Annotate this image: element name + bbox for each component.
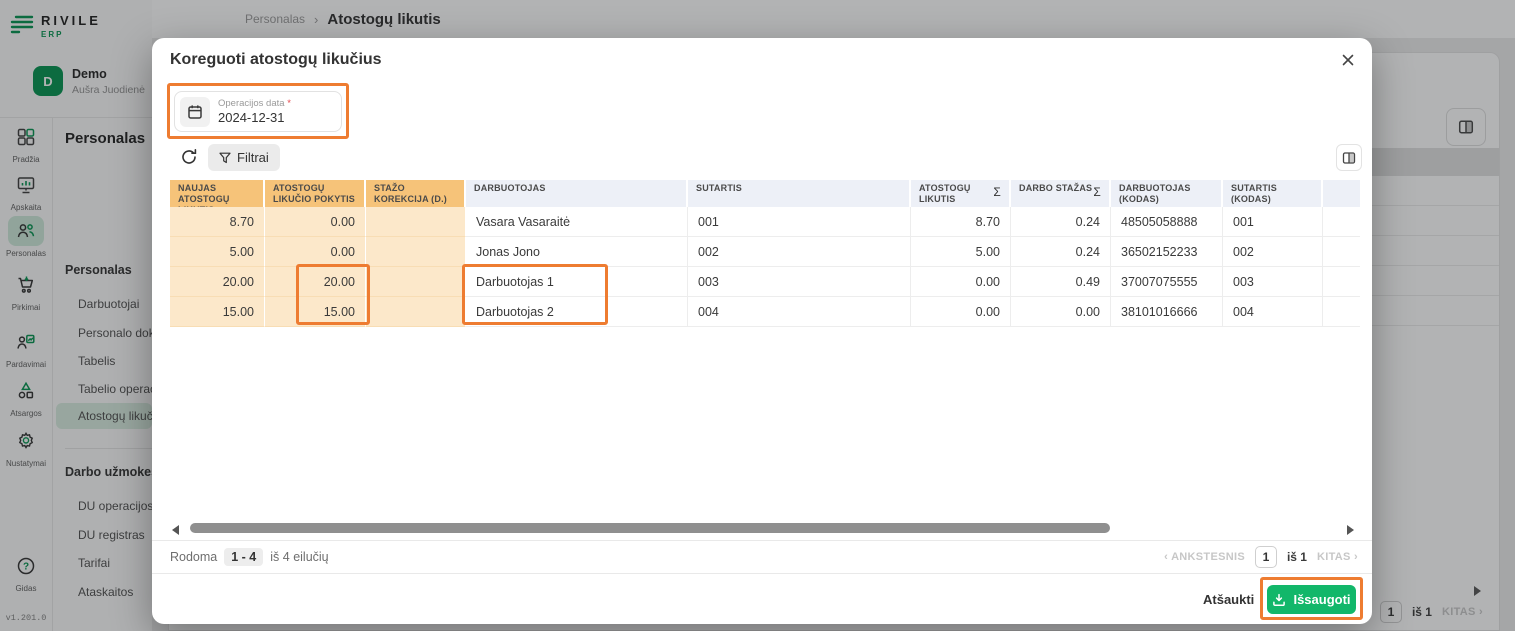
cell-sutartis: 002 — [688, 237, 911, 267]
cell-darbuotojas: Vasara Vasaraitė — [466, 207, 688, 237]
showing-label: Rodoma — [170, 550, 217, 564]
col-header-darbo-stazas[interactable]: DARBO STAŽASΣ — [1011, 180, 1111, 207]
date-field-value: 2024-12-31 — [218, 110, 291, 125]
horizontal-scrollbar[interactable] — [190, 523, 1110, 533]
col-header-likucio-pokytis[interactable]: ATOSTOGŲ LIKUČIO POKYTIS — [265, 180, 366, 207]
cell-stazas: 0.49 — [1011, 267, 1111, 297]
cell-empty — [1323, 297, 1360, 327]
rows-showing: Rodoma 1 - 4 iš 4 eilučių — [170, 541, 329, 573]
cell-pokytis[interactable]: 20.00 — [265, 267, 366, 297]
cell-empty — [1323, 207, 1360, 237]
filters-button[interactable]: Filtrai — [208, 144, 280, 171]
save-button-label: Išsaugoti — [1293, 592, 1350, 607]
cell-darbuotojo-kodas: 48505058888 — [1111, 207, 1223, 237]
cell-naujas[interactable]: 20.00 — [170, 267, 265, 297]
cell-likutis: 8.70 — [911, 207, 1011, 237]
vacation-balance-table: NAUJAS ATOSTOGŲ LIKUTIS ATOSTOGŲ LIKUČIO… — [170, 180, 1360, 327]
cell-sutartis: 004 — [688, 297, 911, 327]
operation-date-field[interactable]: Operacijos data * 2024-12-31 — [174, 91, 342, 132]
cell-likutis: 0.00 — [911, 267, 1011, 297]
cell-sutarties-kodas: 002 — [1223, 237, 1323, 267]
cell-likutis: 5.00 — [911, 237, 1011, 267]
cell-pokytis[interactable]: 0.00 — [265, 207, 366, 237]
save-icon — [1272, 593, 1286, 607]
cell-darbuotojo-kodas: 38101016666 — [1111, 297, 1223, 327]
cell-pokytis[interactable]: 15.00 — [265, 297, 366, 327]
col-header-sutarties-kodas[interactable]: SUTARTIS (KODAS) — [1223, 180, 1323, 207]
header-label: ATOSTOGŲ LIKUTIS — [919, 183, 993, 207]
col-header-atostogu-likutis[interactable]: ATOSTOGŲ LIKUTISΣ — [911, 180, 1011, 207]
current-page-box[interactable]: 1 — [1255, 546, 1277, 568]
modal-koreguoti-atostogu-likucius: Koreguoti atostogų likučius Operacijos d… — [152, 38, 1372, 624]
cancel-button[interactable]: Atšaukti — [1203, 592, 1254, 607]
cell-stazo[interactable] — [366, 237, 466, 267]
showing-range-badge: 1 - 4 — [224, 548, 263, 566]
cell-sutartis: 001 — [688, 207, 911, 237]
save-button[interactable]: Išsaugoti — [1267, 585, 1356, 614]
scroll-left-icon[interactable] — [172, 525, 179, 535]
cell-darbuotojas: Jonas Jono — [466, 237, 688, 267]
cell-stazo[interactable] — [366, 297, 466, 327]
cell-stazo[interactable] — [366, 207, 466, 237]
scroll-right-icon[interactable] — [1347, 525, 1354, 535]
date-field-texts: Operacijos data * 2024-12-31 — [218, 98, 291, 125]
modal-columns-settings-button[interactable] — [1336, 144, 1362, 171]
date-label-text: Operacijos data — [218, 98, 285, 109]
table-row: 8.70 0.00 Vasara Vasaraitė 001 8.70 0.24… — [170, 207, 1360, 237]
cell-stazo[interactable] — [366, 267, 466, 297]
cell-naujas[interactable]: 5.00 — [170, 237, 265, 267]
cell-naujas[interactable]: 15.00 — [170, 297, 265, 327]
cell-sutartis: 003 — [688, 267, 911, 297]
columns-icon — [1342, 151, 1356, 165]
cell-empty — [1323, 267, 1360, 297]
table-row: 20.00 20.00 Darbuotojas 1 003 0.00 0.49 … — [170, 267, 1360, 297]
previous-page-button[interactable]: ANKSTESNIS — [1164, 551, 1245, 563]
cell-darbuotojas: Darbuotojas 1 — [466, 267, 688, 297]
col-header-sutartis[interactable]: SUTARTIS — [688, 180, 911, 207]
cell-likutis: 0.00 — [911, 297, 1011, 327]
table-row: 5.00 0.00 Jonas Jono 002 5.00 0.24 36502… — [170, 237, 1360, 267]
refresh-icon[interactable] — [180, 148, 198, 166]
sum-icon[interactable]: Σ — [993, 185, 1001, 207]
calendar-icon — [180, 97, 210, 127]
cell-sutarties-kodas: 004 — [1223, 297, 1323, 327]
col-header-empty — [1323, 180, 1360, 207]
cell-darbuotojo-kodas: 37007075555 — [1111, 267, 1223, 297]
cell-naujas[interactable]: 8.70 — [170, 207, 265, 237]
cell-darbuotojas: Darbuotojas 2 — [466, 297, 688, 327]
table-header-row: NAUJAS ATOSTOGŲ LIKUTIS ATOSTOGŲ LIKUČIO… — [170, 180, 1360, 207]
required-mark: * — [287, 98, 291, 109]
table-footer: Rodoma 1 - 4 iš 4 eilučių ANKSTESNIS 1 i… — [152, 540, 1372, 572]
modal-pagination: ANKSTESNIS 1 iš 1 KITAS — [1164, 541, 1358, 573]
cell-stazas: 0.24 — [1011, 237, 1111, 267]
next-page-button[interactable]: KITAS — [1317, 551, 1358, 563]
filter-funnel-icon — [219, 152, 231, 164]
showing-total: iš 4 eilučių — [270, 550, 328, 564]
header-label: DARBO STAŽAS — [1019, 183, 1092, 207]
app-root: RIVILE ERP D Demo Aušra Juodienė Pradžia — [0, 0, 1515, 631]
col-header-darbuotojas[interactable]: DARBUOTOJAS — [466, 180, 688, 207]
date-field-label: Operacijos data * — [218, 98, 291, 109]
cell-sutarties-kodas: 003 — [1223, 267, 1323, 297]
modal-title: Koreguoti atostogų likučius — [170, 51, 382, 69]
cell-pokytis[interactable]: 0.00 — [265, 237, 366, 267]
table-row: 15.00 15.00 Darbuotojas 2 004 0.00 0.00 … — [170, 297, 1360, 327]
cell-darbuotojo-kodas: 36502152233 — [1111, 237, 1223, 267]
page-count-label: iš 1 — [1287, 550, 1307, 564]
modal-actions: Atšaukti Išsaugoti — [152, 573, 1372, 624]
cell-sutarties-kodas: 001 — [1223, 207, 1323, 237]
cell-stazas: 0.00 — [1011, 297, 1111, 327]
sum-icon[interactable]: Σ — [1093, 185, 1101, 207]
cell-empty — [1323, 237, 1360, 267]
col-header-darbuotojo-kodas[interactable]: DARBUOTOJAS (KODAS) — [1111, 180, 1223, 207]
col-header-naujas-likutis[interactable]: NAUJAS ATOSTOGŲ LIKUTIS — [170, 180, 265, 207]
filters-button-label: Filtrai — [237, 150, 269, 165]
col-header-stazo-korekcija[interactable]: STAŽO KOREKCIJA (D.) — [366, 180, 466, 207]
cell-stazas: 0.24 — [1011, 207, 1111, 237]
close-icon[interactable] — [1340, 52, 1356, 68]
